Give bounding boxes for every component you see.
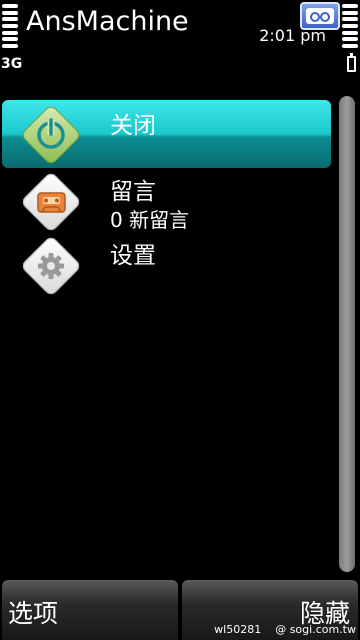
menu-item-close[interactable]: 关闭 [0, 100, 332, 168]
softkey-label: 选项 [8, 599, 59, 628]
gear-icon [21, 236, 81, 296]
signal-strength-indicator [2, 4, 18, 48]
battery-level-indicator [342, 4, 358, 48]
menu-item-label: 关闭 [110, 113, 156, 139]
menu-item-label: 留言 [110, 179, 156, 205]
cassette-icon [21, 172, 81, 232]
menu-item-settings[interactable]: 设置 [0, 234, 332, 298]
watermark-id: wl50281 [214, 623, 262, 636]
options-softkey[interactable]: 选项 [2, 580, 178, 640]
watermark-site: @ sogi.com.tw [275, 623, 356, 636]
new-message-count: 0 新留言 [110, 208, 190, 232]
network-type: 3G [1, 56, 23, 72]
battery-icon [347, 53, 356, 72]
watermark: wl50281 @ sogi.com.tw [214, 623, 356, 636]
app-title: AnsMachine [26, 6, 189, 37]
menu-item-label: 设置 [110, 243, 156, 269]
menu-item-messages[interactable]: 留言 0 新留言 [0, 170, 332, 234]
clock: 2:01 pm [259, 26, 326, 45]
scrollbar[interactable] [339, 96, 355, 572]
power-icon [21, 105, 81, 165]
